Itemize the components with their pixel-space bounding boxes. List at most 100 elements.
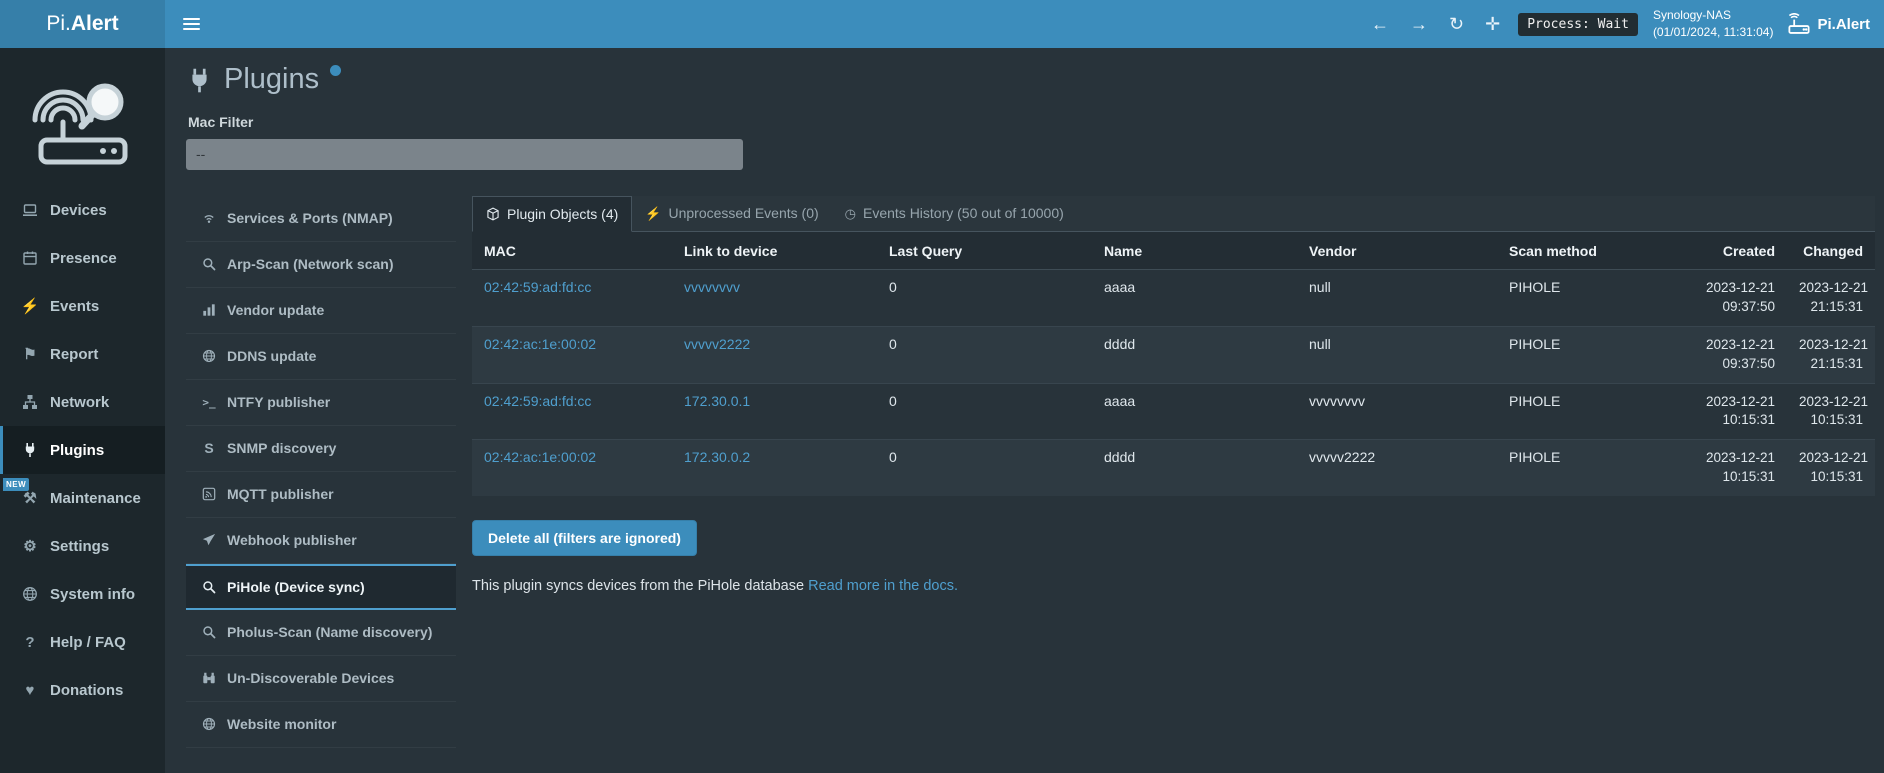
device-link[interactable]: 172.30.0.2 [684,449,750,465]
search-icon [198,625,220,639]
plugin-item-label: Arp-Scan (Network scan) [227,256,393,272]
search-icon [198,257,220,271]
vendor-cell: null [1297,269,1497,326]
heart-icon: ♥ [18,683,42,698]
bolt-icon: ⚡ [645,207,661,220]
terminal-icon: >_ [198,397,220,408]
sidebar-item-settings[interactable]: ⚙ Settings [0,522,165,570]
sidebar-item-maintenance[interactable]: NEW ⚒ Maintenance [0,474,165,522]
sidebar-item-label: Network [50,394,109,411]
sitemap-icon [18,394,42,410]
name-cell: aaaa [1092,269,1297,326]
vendor-cell: vvvvvvvv [1297,383,1497,440]
chart-icon [198,303,220,317]
scan-method-cell: PIHOLE [1497,440,1692,496]
bolt-icon: ⚡ [18,299,42,314]
mac-link[interactable]: 02:42:59:ad:fd:cc [484,279,591,295]
plugin-item-services-ports-nmap[interactable]: Services & Ports (NMAP) [186,196,456,242]
plugin-item-pholus-scan[interactable]: Pholus-Scan (Name discovery) [186,610,456,656]
table-row: 02:42:ac:1e:00:02 vvvvv2222 0 dddd null … [472,326,1875,383]
device-link[interactable]: vvvvvvvv [684,279,740,295]
plugin-item-webhook-publisher[interactable]: Webhook publisher [186,518,456,564]
plugin-item-mqtt-publisher[interactable]: MQTT publisher [186,472,456,518]
scan-method-cell: PIHOLE [1497,383,1692,440]
sidebar-item-donations[interactable]: ♥ Donations [0,666,165,714]
host-time: (01/01/2024, 11:31:04) [1653,25,1774,39]
refresh-icon[interactable]: ↻ [1446,15,1467,33]
sidebar-item-devices[interactable]: Devices [0,186,165,234]
sidebar-item-report[interactable]: ⚑ Report [0,330,165,378]
plugin-item-ddns-update[interactable]: DDNS update [186,334,456,380]
plugin-item-pihole-device-sync[interactable]: PiHole (Device sync) [186,564,456,610]
plugin-item-arp-scan[interactable]: Arp-Scan (Network scan) [186,242,456,288]
mac-filter: Mac Filter [186,114,1875,170]
vendor-cell: null [1297,326,1497,383]
sidebar-item-help-faq[interactable]: ? Help / FAQ [0,618,165,666]
sidebar: Devices Presence ⚡ Events ⚑ Report Netwo… [0,48,165,773]
plugin-item-un-discoverable-devices[interactable]: Un-Discoverable Devices [186,656,456,702]
table-header-row: MAC Link to device Last Query Name Vendo… [472,232,1875,270]
delete-all-button[interactable]: Delete all (filters are ignored) [472,520,697,556]
plugin-item-label: Services & Ports (NMAP) [227,210,393,226]
table-row: 02:42:59:ad:fd:cc vvvvvvvv 0 aaaa null P… [472,269,1875,326]
last-query-cell: 0 [877,383,1092,440]
tab-unprocessed-events[interactable]: ⚡ Unprocessed Events (0) [632,196,831,231]
globe-icon [198,717,220,731]
col-header-changed: Changed [1787,232,1875,270]
docs-link[interactable]: Read more in the docs. [808,578,958,594]
tab-plugin-objects[interactable]: Plugin Objects (4) [472,196,632,232]
mqtt-icon [198,487,220,501]
sidebar-item-events[interactable]: ⚡ Events [0,282,165,330]
created-cell: 2023-12-2109:37:50 [1692,326,1787,383]
device-link[interactable]: 172.30.0.1 [684,393,750,409]
sidebar-item-presence[interactable]: Presence [0,234,165,282]
tools-icon: ⚒ [18,491,42,506]
gear-icon: ⚙ [18,539,42,554]
sidebar-item-system-info[interactable]: System info [0,570,165,618]
host-info: Synology-NAS (01/01/2024, 11:31:04) [1653,7,1774,41]
changed-cell: 2023-12-2121:15:31 [1787,269,1875,326]
mac-link[interactable]: 02:42:59:ad:fd:cc [484,393,591,409]
globe-icon [198,349,220,363]
plugin-item-label: PiHole (Device sync) [227,579,365,595]
app-logo[interactable]: Pi.Alert [0,0,165,48]
sidebar-toggle-button[interactable] [165,0,217,48]
plugin-item-website-monitor[interactable]: Website monitor [186,702,456,748]
tab-label: Plugin Objects (4) [507,205,618,223]
forward-icon[interactable]: → [1407,15,1431,33]
created-cell: 2023-12-2110:15:31 [1692,383,1787,440]
back-icon[interactable]: ← [1368,15,1392,33]
last-query-cell: 0 [877,440,1092,496]
plug-icon [186,67,213,94]
plugin-item-label: NTFY publisher [227,394,330,410]
device-link[interactable]: vvvvv2222 [684,336,750,352]
tab-bar: Plugin Objects (4) ⚡ Unprocessed Events … [472,196,1875,232]
sidebar-item-label: Report [50,346,98,363]
tab-label: Events History (50 out of 10000) [863,204,1064,222]
flag-icon: ⚑ [18,347,42,362]
col-header-created: Created [1692,232,1787,270]
plug-icon [18,442,42,458]
tab-label: Unprocessed Events (0) [668,204,818,222]
plugin-item-label: Website monitor [227,716,336,732]
hamburger-icon [183,18,200,30]
page-header: Plugins [186,62,1875,97]
move-icon[interactable]: ✛ [1482,15,1503,33]
mac-filter-input[interactable] [186,139,743,170]
sidebar-item-network[interactable]: Network [0,378,165,426]
plugin-item-label: Un-Discoverable Devices [227,670,394,686]
sidebar-item-plugins[interactable]: Plugins [0,426,165,474]
plugin-item-vendor-update[interactable]: Vendor update [186,288,456,334]
plugin-note: This plugin syncs devices from the PiHol… [472,578,1875,594]
signal-icon [198,211,220,225]
sidebar-item-label: Devices [50,202,107,219]
search-icon [198,580,220,594]
mac-link[interactable]: 02:42:ac:1e:00:02 [484,449,596,465]
tab-events-history[interactable]: ◷ Events History (50 out of 10000) [832,196,1077,231]
mac-link[interactable]: 02:42:ac:1e:00:02 [484,336,596,352]
plugin-item-ntfy-publisher[interactable]: >_ NTFY publisher [186,380,456,426]
plugin-item-snmp-discovery[interactable]: S SNMP discovery [186,426,456,472]
plugins-help-badge[interactable] [330,65,341,76]
name-cell: dddd [1092,440,1297,496]
sidebar-item-label: Donations [50,682,123,699]
